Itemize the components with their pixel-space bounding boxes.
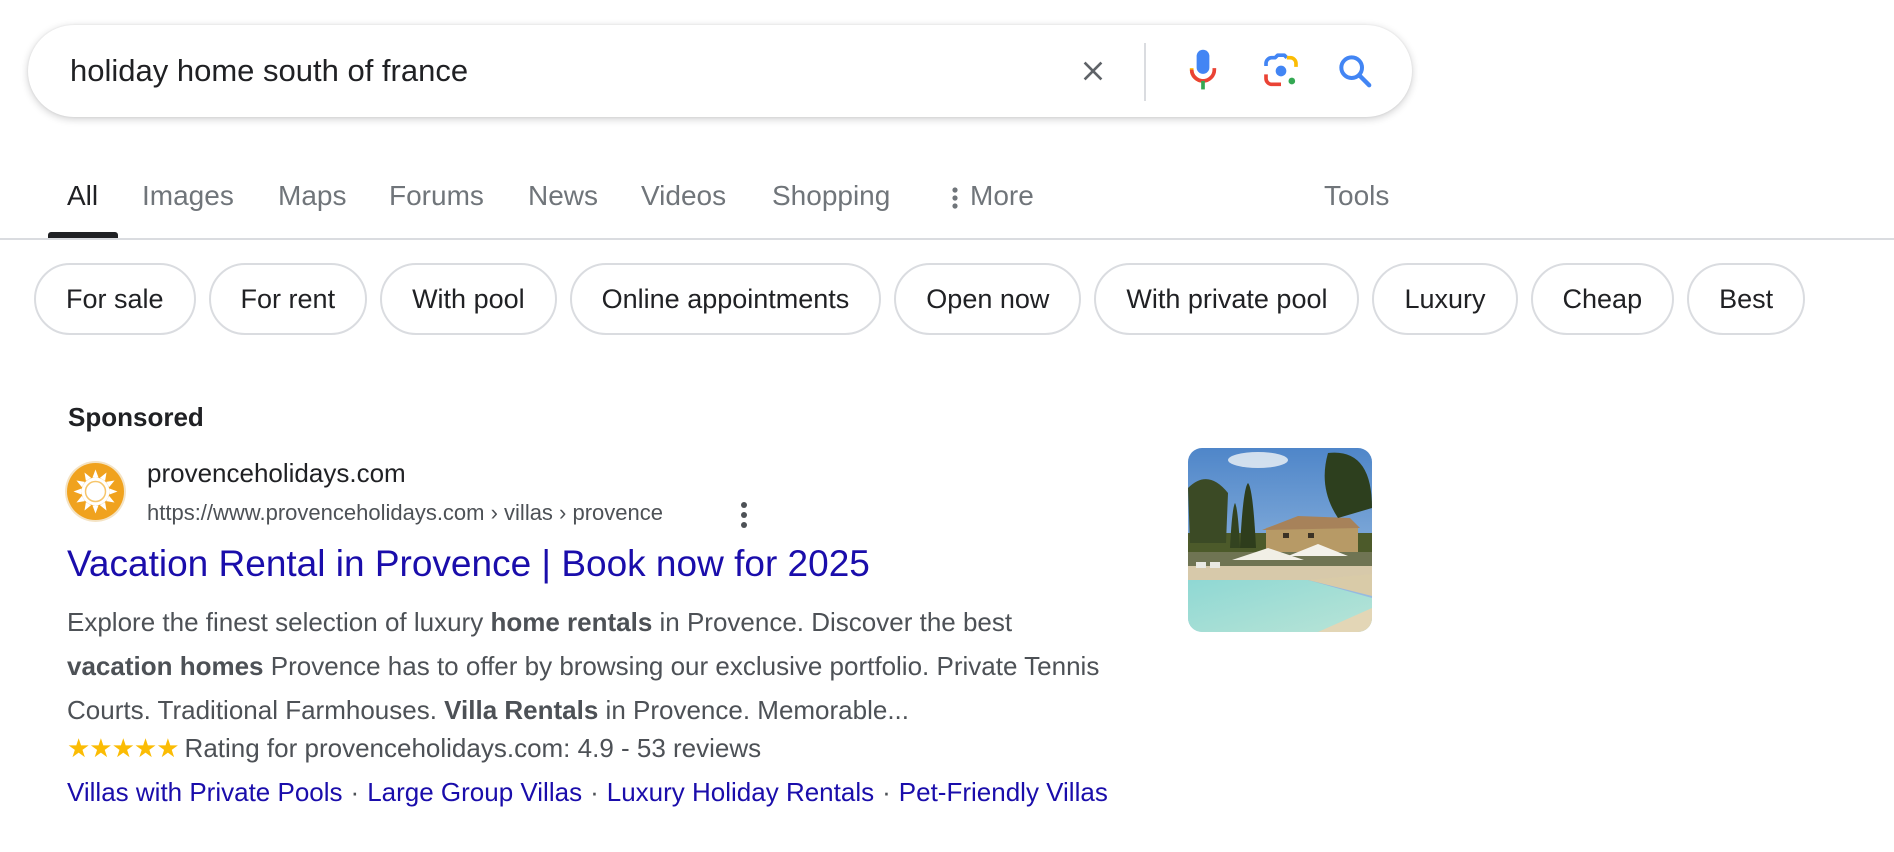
desc-highlight: vacation homes	[67, 651, 264, 681]
desc-highlight: home rentals	[490, 607, 653, 637]
image-search-button[interactable]	[1254, 25, 1308, 117]
ad-description: Explore the finest selection of luxury h…	[67, 600, 1177, 732]
seller-rating: ★★★★★ Rating for provenceholidays.com: 4.…	[67, 733, 761, 764]
tab-forums[interactable]: Forums	[389, 180, 484, 212]
sun-icon	[73, 469, 118, 514]
display-url[interactable]: https://www.provenceholidays.com › villa…	[147, 500, 663, 526]
sitelink-separator: ·	[882, 777, 891, 807]
tab-shopping[interactable]: Shopping	[772, 180, 890, 212]
sitelink-separator: ·	[590, 777, 599, 807]
tools-button[interactable]: Tools	[1324, 180, 1389, 212]
search-button[interactable]	[1330, 25, 1380, 117]
desc-text: in Provence. Memorable...	[598, 695, 910, 725]
tab-maps[interactable]: Maps	[278, 180, 346, 212]
chip-with-private-pool[interactable]: With private pool	[1094, 263, 1360, 335]
desc-text: Explore the finest selection of luxury	[67, 607, 491, 637]
sitelink-luxury-rentals[interactable]: Luxury Holiday Rentals	[607, 777, 874, 807]
sitelink-large-group[interactable]: Large Group Villas	[367, 777, 582, 807]
sponsored-label: Sponsored	[68, 402, 204, 432]
rating-stars-icon: ★★★★★	[67, 733, 180, 763]
villa-pool-image	[1188, 448, 1372, 632]
chip-luxury[interactable]: Luxury	[1372, 263, 1518, 335]
chip-open-now[interactable]: Open now	[894, 263, 1082, 335]
sitelink-pet-friendly[interactable]: Pet-Friendly Villas	[899, 777, 1108, 807]
search-input[interactable]	[70, 25, 1050, 117]
active-tab-indicator	[48, 232, 118, 238]
sitelinks: Villas with Private Pools · Large Group Vi…	[67, 777, 1108, 808]
close-icon	[1083, 61, 1103, 81]
chip-cheap[interactable]: Cheap	[1530, 263, 1675, 335]
ad-title-link[interactable]: Vacation Rental in Provence | Book now f…	[67, 543, 870, 585]
chip-for-rent[interactable]: For rent	[208, 263, 368, 335]
rating-text: Rating for provenceholidays.com: 4.9 - 5…	[184, 733, 762, 763]
tab-images[interactable]: Images	[142, 180, 234, 212]
tab-videos[interactable]: Videos	[641, 180, 726, 212]
filter-chips: For sale For rent With pool Online appoi…	[34, 263, 1806, 335]
desc-highlight: Villa Rentals	[444, 695, 599, 725]
result-options-button[interactable]	[734, 498, 754, 532]
tab-more-label: More	[970, 180, 1034, 211]
more-vert-icon	[952, 187, 958, 209]
search-divider	[1144, 43, 1146, 101]
site-favicon[interactable]	[67, 463, 124, 520]
desc-text: in Provence. Discover the best	[652, 607, 1013, 637]
search-tabs: All Images Maps Forums News Videos Shopp…	[0, 160, 1894, 240]
chip-best[interactable]: Best	[1687, 263, 1806, 335]
tab-all[interactable]: All	[67, 180, 98, 212]
tab-news[interactable]: News	[528, 180, 598, 212]
chip-online-appointments[interactable]: Online appointments	[569, 263, 882, 335]
search-box	[28, 25, 1412, 117]
search-icon	[1339, 55, 1372, 88]
clear-button[interactable]	[1068, 25, 1118, 117]
tab-more[interactable]: More	[950, 180, 1034, 212]
site-name[interactable]: provenceholidays.com	[147, 458, 406, 489]
chip-with-pool[interactable]: With pool	[380, 263, 557, 335]
ad-thumbnail[interactable]	[1188, 448, 1372, 632]
more-vert-icon	[741, 502, 747, 528]
microphone-icon	[1189, 49, 1217, 90]
sitelink-private-pools[interactable]: Villas with Private Pools	[67, 777, 343, 807]
voice-search-button[interactable]	[1178, 25, 1228, 117]
sitelink-separator: ·	[350, 777, 360, 807]
chip-for-sale[interactable]: For sale	[34, 263, 196, 335]
google-lens-icon	[1264, 53, 1298, 87]
